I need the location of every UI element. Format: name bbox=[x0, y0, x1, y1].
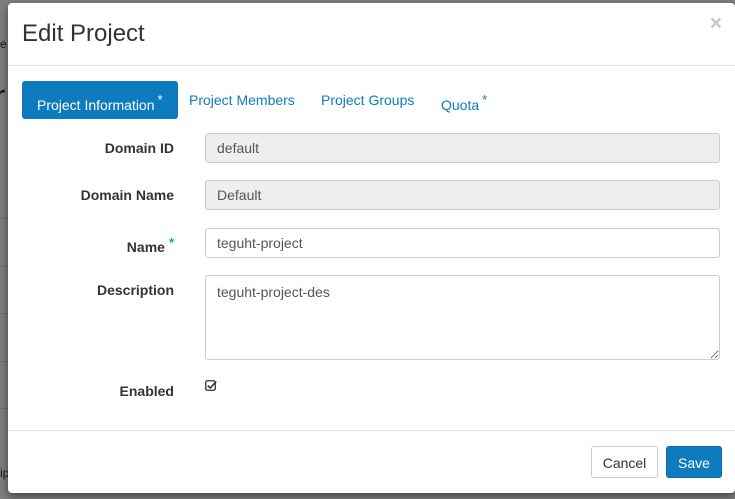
tab-label: Project Members bbox=[189, 92, 295, 108]
tab-project-groups[interactable]: Project Groups bbox=[321, 81, 414, 119]
required-indicator: * bbox=[482, 92, 488, 107]
edit-project-modal: Edit Project × Project Information * Proj… bbox=[8, 3, 735, 493]
modal-title: Edit Project bbox=[22, 20, 145, 47]
required-indicator: * bbox=[157, 92, 163, 107]
description-field[interactable]: teguht-project-des bbox=[205, 275, 720, 360]
domain-id-field[interactable] bbox=[205, 133, 720, 163]
domain-name-label: Domain Name bbox=[80, 187, 174, 203]
domain-id-label: Domain ID bbox=[104, 140, 174, 156]
modal-header: Edit Project × bbox=[8, 3, 735, 66]
save-button[interactable]: Save bbox=[666, 446, 722, 478]
name-label: Name * bbox=[8, 235, 174, 255]
tab-label: Quota bbox=[441, 97, 480, 113]
checkbox-checked-glyph bbox=[205, 380, 217, 391]
enabled-label: Enabled bbox=[119, 383, 174, 399]
tab-quota[interactable]: Quota * bbox=[441, 81, 487, 119]
tab-project-information[interactable]: Project Information * bbox=[22, 81, 178, 119]
close-icon[interactable]: × bbox=[710, 13, 722, 34]
name-field[interactable] bbox=[205, 228, 720, 258]
name-label-text: Name bbox=[126, 239, 165, 255]
tab-label: Project Information bbox=[37, 97, 155, 113]
description-label: Description bbox=[96, 282, 174, 298]
domain-name-field[interactable] bbox=[205, 180, 720, 210]
modal-footer: Cancel Save bbox=[8, 430, 735, 494]
tab-project-members[interactable]: Project Members bbox=[189, 81, 295, 119]
tab-label: Project Groups bbox=[321, 92, 415, 108]
cancel-button[interactable]: Cancel bbox=[591, 446, 658, 478]
required-indicator: * bbox=[168, 235, 174, 250]
checkbox-checked-icon[interactable] bbox=[205, 380, 217, 392]
